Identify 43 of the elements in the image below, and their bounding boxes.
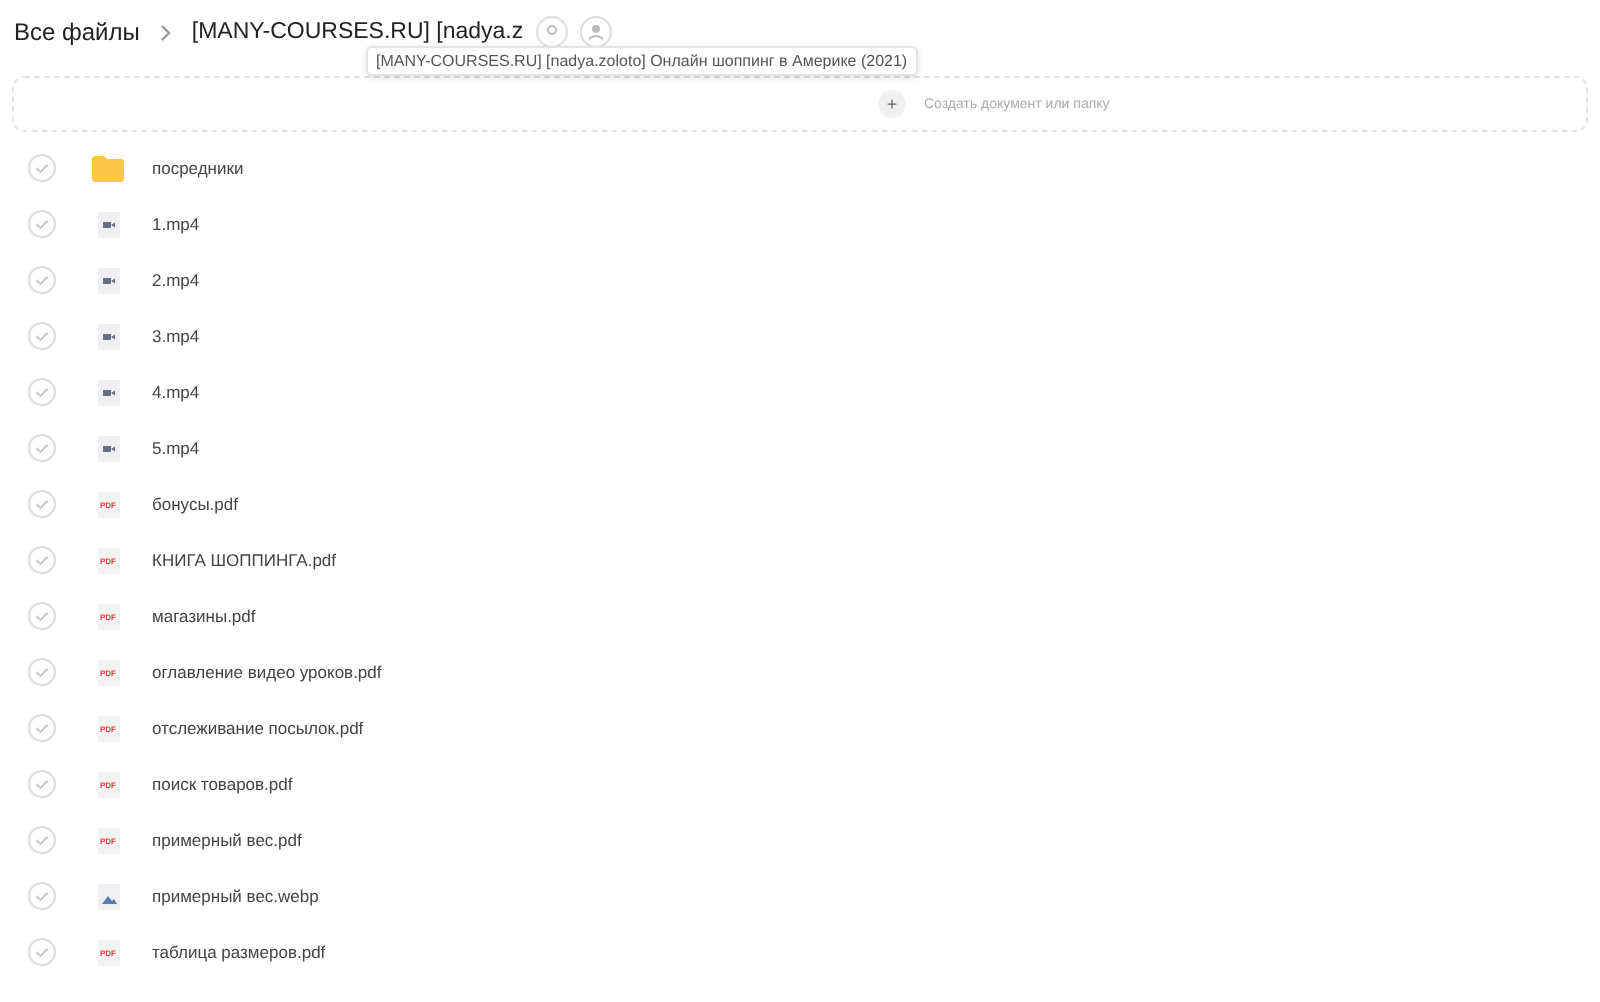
file-name[interactable]: КНИГА ШОППИНГА.pdf	[152, 550, 337, 570]
file-name[interactable]: таблица размеров.pdf	[152, 942, 326, 962]
file-name[interactable]: бонусы.pdf	[152, 494, 238, 514]
file-name[interactable]: поиск товаров.pdf	[152, 774, 293, 794]
file-name[interactable]: оглавление видео уроков.pdf	[152, 662, 382, 682]
file-name[interactable]: 5.mp4	[152, 438, 200, 458]
file-name[interactable]: примерный вес.pdf	[152, 830, 302, 850]
chevron-icon	[159, 23, 172, 41]
user-icon[interactable]	[579, 16, 612, 48]
checkbox[interactable]	[28, 826, 56, 854]
image-file-icon	[97, 883, 119, 909]
checkbox[interactable]	[28, 938, 56, 966]
file-name[interactable]: 3.mp4	[152, 326, 200, 346]
checkbox[interactable]	[28, 266, 56, 294]
plus-icon: +	[878, 90, 906, 118]
video-file-icon	[97, 267, 119, 293]
video-file-icon	[97, 211, 119, 237]
video-file-icon	[97, 379, 119, 405]
video-file-icon	[97, 323, 119, 349]
checkbox[interactable]	[28, 882, 56, 910]
checkbox[interactable]	[28, 714, 56, 742]
file-name[interactable]: 1.mp4	[152, 214, 200, 234]
checkbox[interactable]	[28, 770, 56, 798]
checkbox[interactable]	[28, 154, 56, 182]
checkbox[interactable]	[28, 434, 56, 462]
file-name[interactable]: магазины.pdf	[152, 606, 256, 626]
file-name[interactable]: отслеживание посылок.pdf	[152, 718, 364, 738]
file-name[interactable]: 4.mp4	[152, 382, 200, 402]
checkbox[interactable]	[28, 322, 56, 350]
video-file-icon	[97, 435, 119, 461]
checkbox[interactable]	[28, 602, 56, 630]
file-name[interactable]: примерный вес.webp	[152, 886, 319, 906]
folder-icon	[92, 155, 124, 181]
breadcrumb-link[interactable]: [MANY-COURSES.RU] [nadya.z	[191, 19, 524, 45]
checkbox[interactable]	[28, 210, 56, 238]
checkbox[interactable]	[28, 658, 56, 686]
checkbox[interactable]	[28, 546, 56, 574]
checkbox[interactable]	[28, 378, 56, 406]
file-name[interactable]: 2.mp4	[152, 270, 200, 290]
checkbox[interactable]	[28, 490, 56, 518]
breadcrumb-link[interactable]: Все файлы	[14, 18, 140, 46]
file-name[interactable]: посредники	[152, 158, 244, 178]
tooltip: [MANY-COURSES.RU] [nadya.zoloto] Онлайн шоппинг в Америке (2021)	[366, 46, 918, 76]
